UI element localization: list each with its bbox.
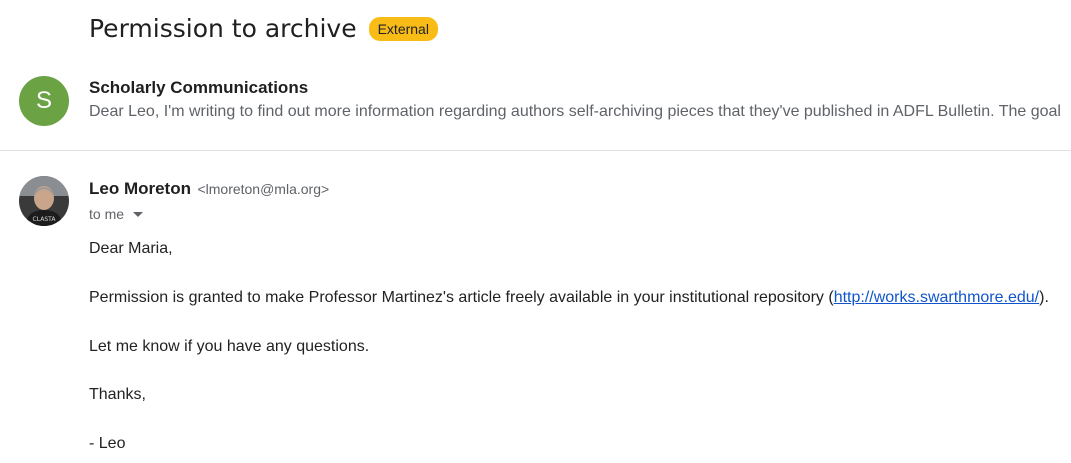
repository-link[interactable]: http://works.swarthmore.edu/ [834,289,1039,306]
chevron-down-icon[interactable] [133,211,144,217]
body-greeting: Dear Maria, [89,240,173,257]
paragraph-text: ). [1039,289,1049,306]
sender-name: Scholarly Communications [89,78,309,97]
sender-email: <lmoreton@mla.org> [197,181,330,197]
avatar-photo-image: CLASTA [19,176,69,226]
avatar-caption: CLASTA [33,216,57,223]
paragraph-text: Permission is granted to make Professor … [89,289,834,306]
avatar: S [19,76,69,126]
recipient-details[interactable]: to me [89,206,144,222]
body-signature: - Leo [89,435,126,452]
external-label-badge[interactable]: External [368,16,438,41]
body-closing: Thanks, [89,386,146,403]
message-snippet: Dear Leo, I'm writing to find out more i… [89,103,1061,120]
collapsed-message[interactable]: S Scholarly Communications Dear Leo, I'm… [0,68,1071,150]
divider [0,150,1071,151]
email-subject: Permission to archive [89,14,357,43]
body-paragraph: Let me know if you have any questions. [89,338,370,355]
body-paragraph: Permission is granted to make Professor … [89,289,1049,307]
subject-row: Permission to archive External [89,14,438,43]
avatar[interactable]: CLASTA [19,176,69,226]
recipient-label: to me [89,206,125,222]
sender-name[interactable]: Leo Moreton [89,179,191,198]
sender-row: Leo Moreton <lmoreton@mla.org> [89,179,329,199]
